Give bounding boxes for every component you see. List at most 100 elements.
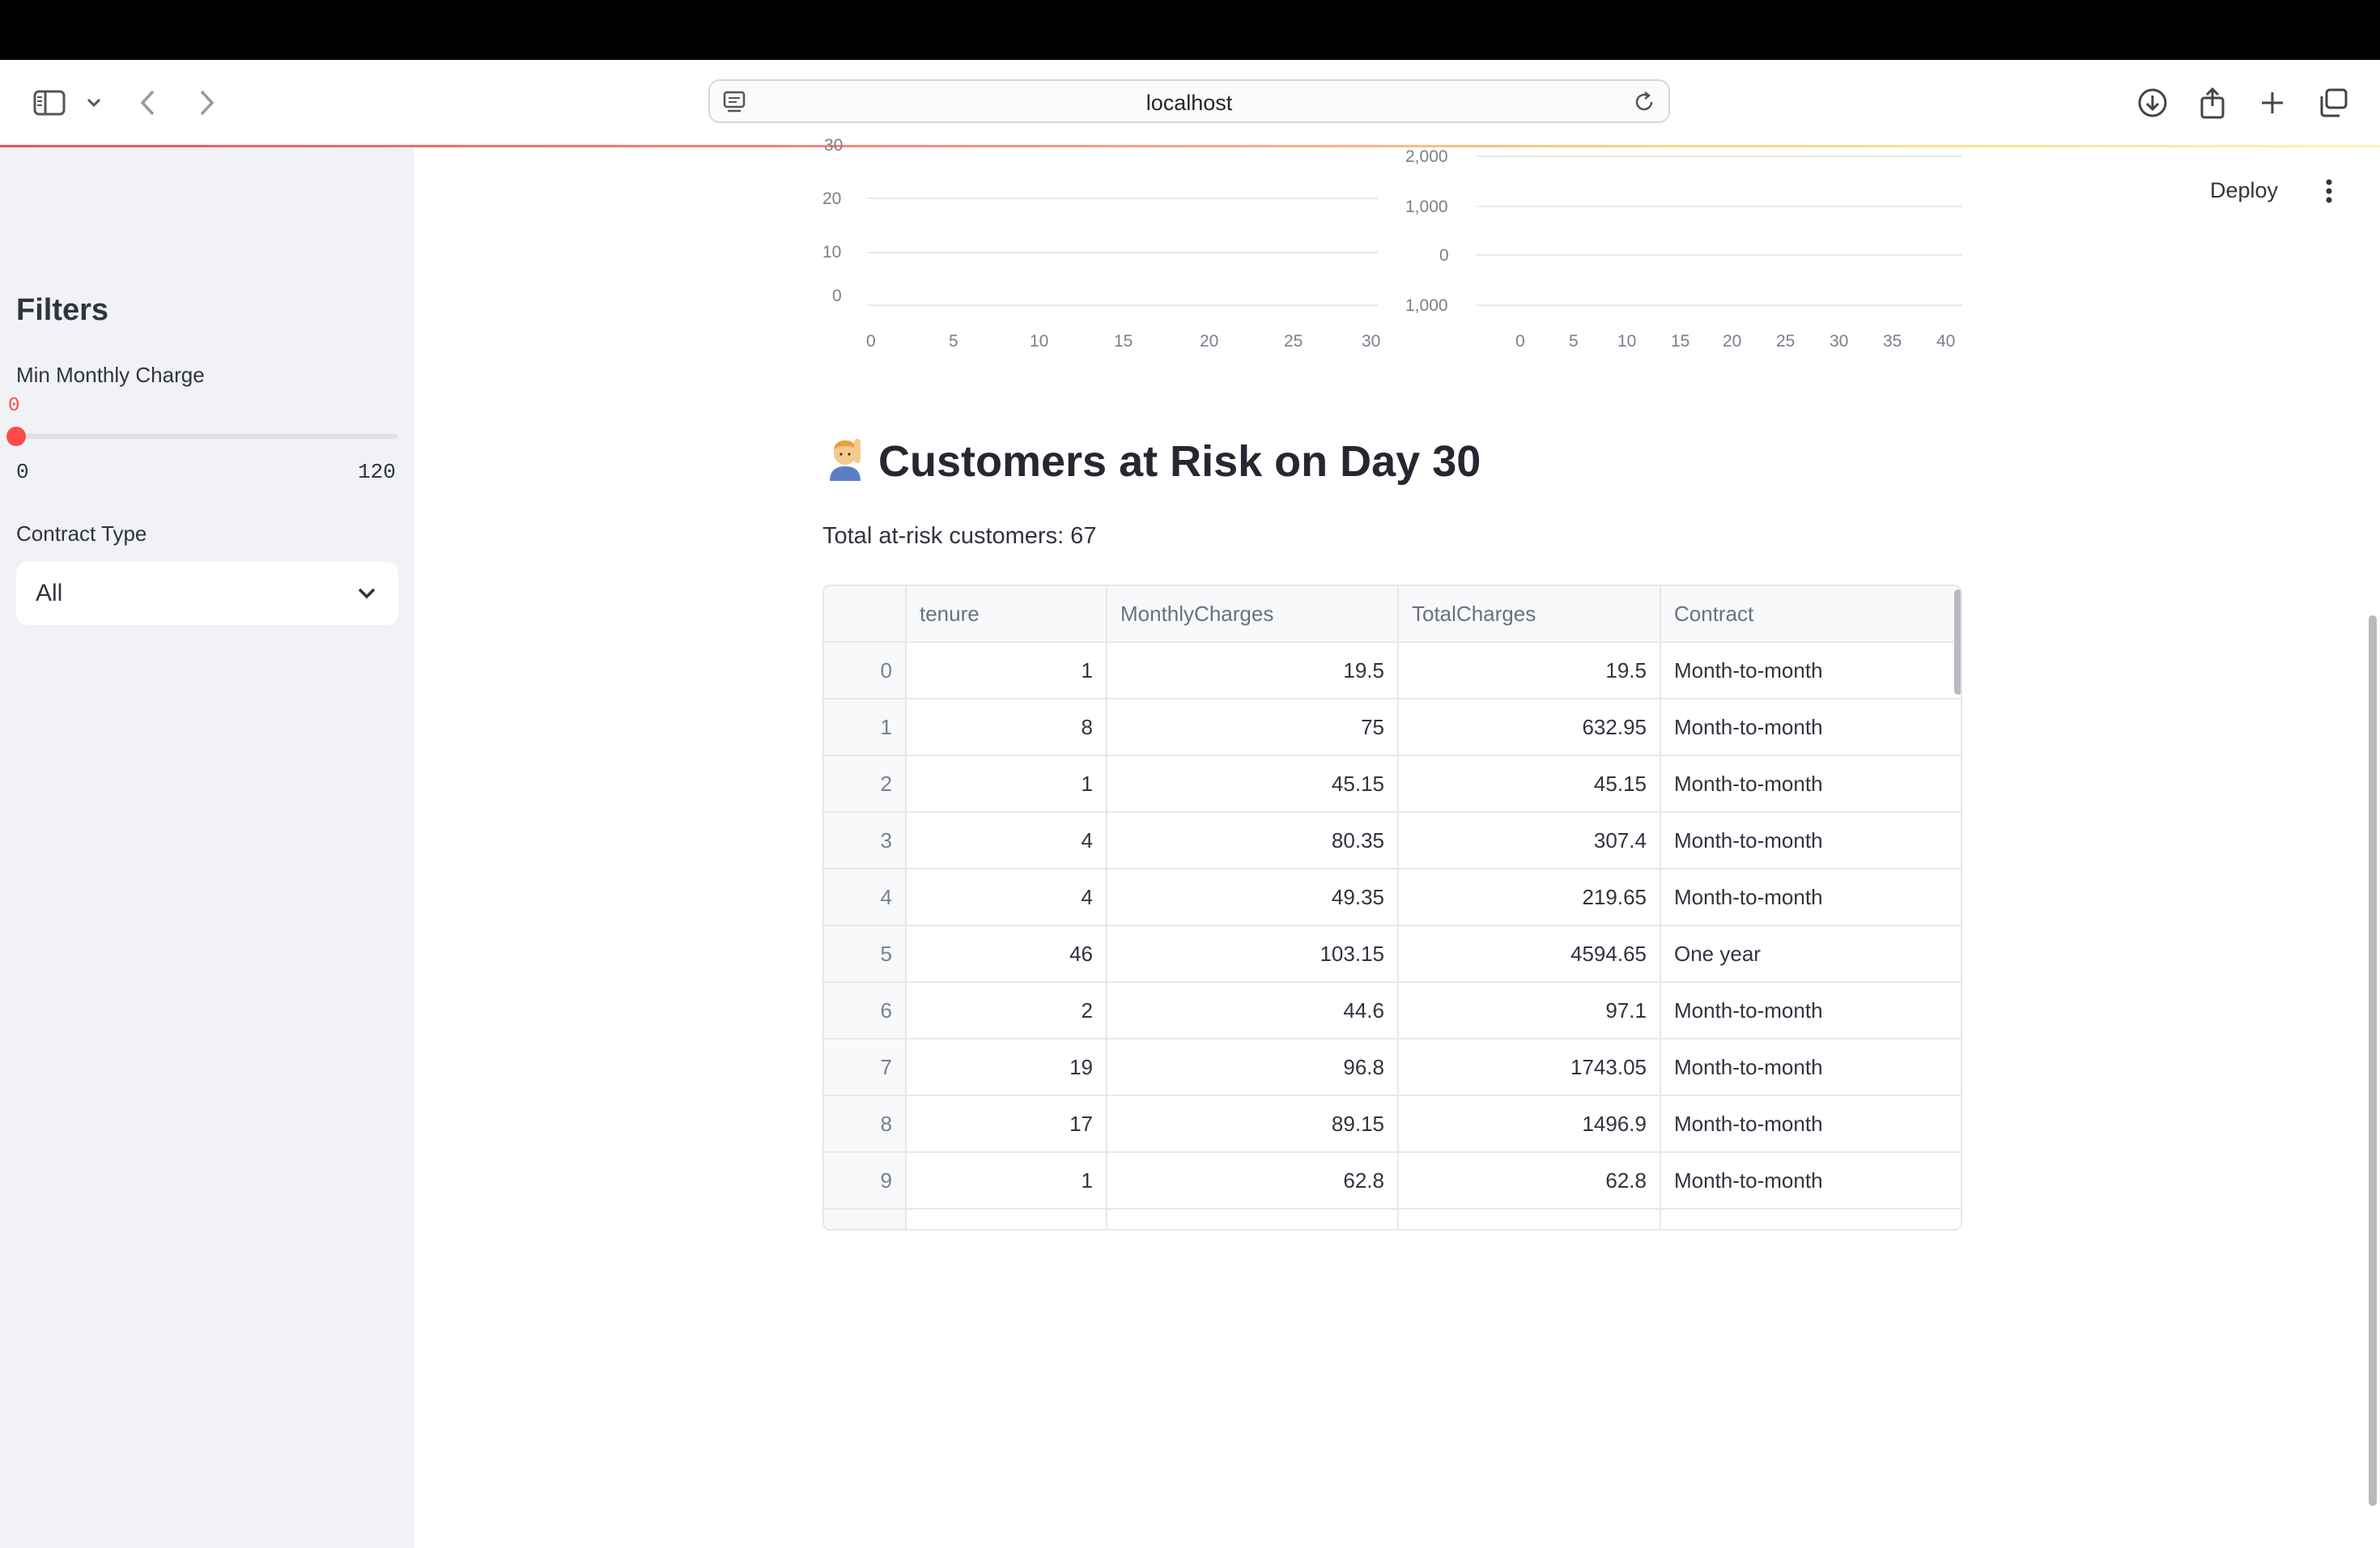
x-tick: 0 xyxy=(866,332,876,351)
table-row[interactable]: 6 2 44.6 97.1 Month-to-month xyxy=(824,983,1961,1040)
row-index-cell[interactable]: 8 xyxy=(824,1096,907,1151)
sidebar-toggle-icon[interactable] xyxy=(29,83,70,123)
monthly-charges-cell[interactable]: 89.15 xyxy=(1107,1096,1399,1151)
tenure-cell[interactable]: 1 xyxy=(907,1153,1107,1208)
total-charges-cell[interactable]: 1496.9 xyxy=(1399,1096,1661,1151)
row-index-cell[interactable]: 9 xyxy=(824,1153,907,1208)
table-row-partial xyxy=(824,1210,1961,1229)
main-menu-icon[interactable] xyxy=(2317,175,2341,207)
row-index-cell[interactable]: 4 xyxy=(824,870,907,925)
new-tab-icon[interactable] xyxy=(2252,83,2293,123)
chevron-down-icon[interactable] xyxy=(74,83,113,123)
table-row[interactable]: 4 4 49.35 219.65 Month-to-month xyxy=(824,870,1961,926)
total-charges-cell[interactable]: 307.4 xyxy=(1399,813,1661,868)
row-index-cell[interactable]: 0 xyxy=(824,643,907,698)
contract-cell[interactable]: Month-to-month xyxy=(1661,756,1961,811)
table-row[interactable]: 0 1 19.5 19.5 Month-to-month xyxy=(824,643,1961,700)
table-row[interactable]: 8 17 89.15 1496.9 Month-to-month xyxy=(824,1096,1961,1153)
contract-cell[interactable]: One year xyxy=(1661,926,1961,981)
total-charges-cell[interactable]: 19.5 xyxy=(1399,643,1661,698)
monthly-charges-cell[interactable]: 49.35 xyxy=(1107,870,1399,925)
x-tick: 25 xyxy=(1284,332,1303,351)
table-row[interactable]: 7 19 96.8 1743.05 Month-to-month xyxy=(824,1040,1961,1096)
tenure-cell[interactable]: 19 xyxy=(907,1040,1107,1095)
tenure-cell[interactable]: 46 xyxy=(907,926,1107,981)
tenure-cell[interactable]: 1 xyxy=(907,756,1107,811)
x-tick: 10 xyxy=(1030,332,1049,351)
column-header-index xyxy=(824,586,907,641)
monthly-charges-cell[interactable]: 103.15 xyxy=(1107,926,1399,981)
table-row[interactable]: 5 46 103.15 4594.65 One year xyxy=(824,926,1961,983)
contract-type-select[interactable]: All xyxy=(16,562,398,625)
at-risk-table[interactable]: tenure MonthlyCharges TotalCharges Contr… xyxy=(822,585,1962,1231)
monthly-charges-cell[interactable]: 45.15 xyxy=(1107,756,1399,811)
table-row[interactable]: 3 4 80.35 307.4 Month-to-month xyxy=(824,813,1961,870)
x-tick: 35 xyxy=(1883,332,1902,351)
monthly-charges-cell[interactable]: 62.8 xyxy=(1107,1153,1399,1208)
tenure-cell[interactable]: 4 xyxy=(907,870,1107,925)
slider-max-label: 120 xyxy=(358,460,396,484)
total-charges-cell[interactable]: 97.1 xyxy=(1399,983,1661,1038)
tenure-cell[interactable]: 2 xyxy=(907,983,1107,1038)
tenure-cell[interactable]: 8 xyxy=(907,700,1107,755)
x-tick: 10 xyxy=(1617,332,1637,351)
tenure-cell[interactable]: 1 xyxy=(907,643,1107,698)
back-arrow-icon[interactable] xyxy=(128,83,168,123)
contract-cell[interactable]: Month-to-month xyxy=(1661,983,1961,1038)
row-index-cell[interactable]: 5 xyxy=(824,926,907,981)
column-header-total-charges[interactable]: TotalCharges xyxy=(1399,586,1661,641)
column-header-contract[interactable]: Contract xyxy=(1661,586,1961,641)
tab-overview-icon[interactable] xyxy=(2314,83,2354,123)
monthly-charges-cell[interactable]: 80.35 xyxy=(1107,813,1399,868)
share-icon[interactable] xyxy=(2192,83,2233,123)
contract-cell[interactable]: Month-to-month xyxy=(1661,870,1961,925)
x-tick: 30 xyxy=(1362,332,1381,351)
min-monthly-charge-slider[interactable] xyxy=(16,434,398,439)
monthly-charges-cell[interactable]: 19.5 xyxy=(1107,643,1399,698)
table-row[interactable]: 9 1 62.8 62.8 Month-to-month xyxy=(824,1153,1961,1210)
gridline xyxy=(1477,304,1962,306)
contract-cell[interactable]: Month-to-month xyxy=(1661,643,1961,698)
gridline xyxy=(1477,155,1962,157)
address-bar[interactable]: localhost xyxy=(708,79,1670,123)
downloads-icon[interactable] xyxy=(2132,83,2173,123)
contract-cell[interactable]: Month-to-month xyxy=(1661,813,1961,868)
row-index-cell[interactable]: 3 xyxy=(824,813,907,868)
page-heading: Customers at Risk on Day 30 xyxy=(822,434,1481,487)
monthly-charges-cell[interactable]: 44.6 xyxy=(1107,983,1399,1038)
empty-cell xyxy=(1661,1210,1961,1229)
column-header-tenure[interactable]: tenure xyxy=(907,586,1107,641)
deploy-button[interactable]: Deploy xyxy=(2210,178,2278,203)
total-charges-cell[interactable]: 4594.65 xyxy=(1399,926,1661,981)
contract-cell[interactable]: Month-to-month xyxy=(1661,1153,1961,1208)
forward-arrow-icon[interactable] xyxy=(186,83,227,123)
row-index-cell[interactable]: 7 xyxy=(824,1040,907,1095)
column-header-monthly-charges[interactable]: MonthlyCharges xyxy=(1107,586,1399,641)
row-index-cell[interactable]: 6 xyxy=(824,983,907,1038)
reload-icon[interactable] xyxy=(1631,89,1657,119)
contract-cell[interactable]: Month-to-month xyxy=(1661,1040,1961,1095)
contract-cell[interactable]: Month-to-month xyxy=(1661,1096,1961,1151)
contract-cell[interactable]: Month-to-month xyxy=(1661,700,1961,755)
min-monthly-charge-label: Min Monthly Charge xyxy=(16,363,205,387)
tenure-cell[interactable]: 4 xyxy=(907,813,1107,868)
page-scrollbar[interactable] xyxy=(2369,615,2377,1506)
table-row[interactable]: 2 1 45.15 45.15 Month-to-month xyxy=(824,756,1961,813)
total-charges-cell[interactable]: 632.95 xyxy=(1399,700,1661,755)
sidebar: Filters Min Monthly Charge 0 0 120 Contr… xyxy=(0,147,414,1548)
row-index-cell[interactable]: 2 xyxy=(824,756,907,811)
monthly-charges-cell[interactable]: 75 xyxy=(1107,700,1399,755)
x-tick: 30 xyxy=(1830,332,1849,351)
monthly-charges-cell[interactable]: 96.8 xyxy=(1107,1040,1399,1095)
slider-thumb[interactable] xyxy=(6,427,26,446)
total-charges-cell[interactable]: 45.15 xyxy=(1399,756,1661,811)
total-charges-cell[interactable]: 1743.05 xyxy=(1399,1040,1661,1095)
table-row[interactable]: 1 8 75 632.95 Month-to-month xyxy=(824,700,1961,756)
total-charges-cell[interactable]: 62.8 xyxy=(1399,1153,1661,1208)
row-index-cell[interactable]: 1 xyxy=(824,700,907,755)
table-scrollbar[interactable] xyxy=(1954,589,1961,695)
total-charges-cell[interactable]: 219.65 xyxy=(1399,870,1661,925)
tenure-cell[interactable]: 17 xyxy=(907,1096,1107,1151)
y-tick: 1,000 xyxy=(1405,198,1448,216)
y-tick: 10 xyxy=(822,243,842,262)
